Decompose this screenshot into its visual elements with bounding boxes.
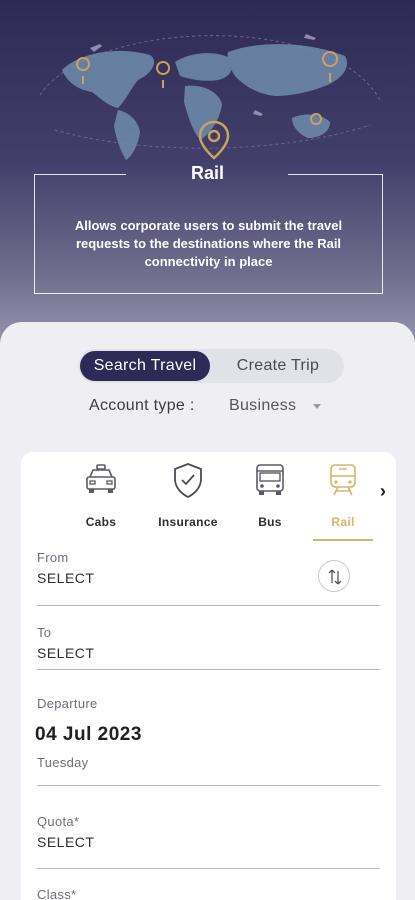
departure-date[interactable]: 04 Jul 2023 xyxy=(35,724,142,746)
to-field[interactable]: SELECT xyxy=(37,645,94,661)
mode-label: Rail xyxy=(331,515,355,529)
rail-icon xyxy=(330,464,356,496)
chevron-right-icon[interactable]: › xyxy=(380,481,386,502)
hero-description: Allows corporate users to submit the tra… xyxy=(74,218,343,269)
from-underline xyxy=(37,605,380,606)
from-label: From xyxy=(37,550,69,565)
account-type-label: Account type : xyxy=(89,397,195,414)
swap-arrows-icon xyxy=(328,569,342,585)
departure-day: Tuesday xyxy=(37,755,89,770)
tab-create-trip[interactable]: Create Trip xyxy=(214,351,342,381)
insurance-shield-icon xyxy=(174,463,202,498)
account-type-select[interactable]: Business xyxy=(229,397,296,415)
bus-icon xyxy=(256,464,284,495)
mode-label: Insurance xyxy=(158,515,218,529)
from-field[interactable]: SELECT xyxy=(37,570,94,586)
location-pin-icon xyxy=(198,120,230,160)
departure-label: Departure xyxy=(37,696,98,711)
quota-underline xyxy=(37,868,380,869)
quota-label: Quota* xyxy=(37,814,80,829)
mode-label: Cabs xyxy=(85,515,117,529)
page-title: Rail xyxy=(190,163,224,183)
tab-search-travel[interactable]: Search Travel xyxy=(80,351,210,381)
chevron-down-icon[interactable] xyxy=(313,404,321,409)
to-label: To xyxy=(37,625,52,640)
departure-underline xyxy=(37,785,380,786)
quota-field[interactable]: SELECT xyxy=(37,834,94,850)
selected-mode-indicator xyxy=(313,539,373,541)
swap-button[interactable] xyxy=(318,560,350,592)
cab-icon xyxy=(86,464,116,493)
mode-label: Bus xyxy=(258,515,282,529)
to-underline xyxy=(37,669,380,670)
hero-banner: Rail Allows corporate users to submit th… xyxy=(0,0,415,360)
class-label: Class* xyxy=(37,887,77,900)
